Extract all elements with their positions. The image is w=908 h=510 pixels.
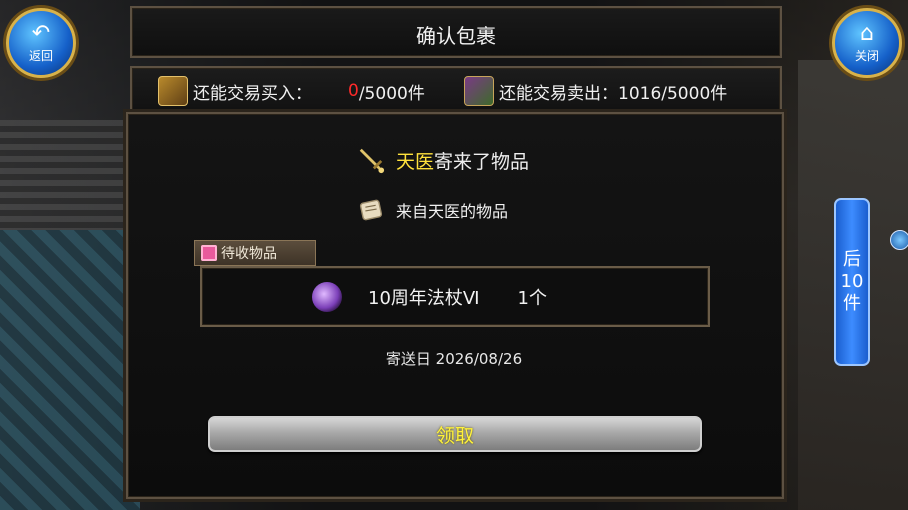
date-value: 2026/08/26 — [435, 350, 523, 368]
sell-label: 还能交易卖出： — [499, 83, 618, 104]
pending-label: 待收物品 — [221, 246, 277, 262]
claim-button[interactable]: 领取 — [208, 416, 702, 452]
sender-suffix: 寄来了物品 — [434, 150, 530, 173]
claim-label: 领取 — [435, 424, 474, 447]
sender-name: 天医 — [396, 150, 435, 173]
next-tab-line2: 10 — [840, 271, 864, 292]
scroll-icon — [359, 199, 383, 221]
mail-subject: 来自天医的物品 — [396, 202, 509, 221]
buy-limit: 还能交易买入： 0 /5000件 — [158, 76, 425, 106]
treasure-chest-icon — [158, 76, 188, 106]
back-button[interactable]: ↶ 返回 — [6, 8, 76, 78]
item-row: 10周年法杖Ⅵ 1个 — [312, 282, 547, 312]
next-10-tab[interactable]: 后 10 件 — [834, 198, 870, 366]
trade-info-bar: 还能交易买入： 0 /5000件 还能交易卖出： 1016/5000件 — [130, 66, 782, 116]
subject-row: 来自天医的物品 — [356, 196, 508, 224]
back-arrow-icon: ↶ — [31, 20, 51, 46]
date-label: 寄送日 — [385, 350, 431, 368]
buy-label: 还能交易买入： — [193, 83, 312, 104]
send-date: 寄送日 2026/08/26 — [0, 348, 908, 369]
background-floor-tiles — [0, 230, 140, 510]
page-title: 确认包裹 — [416, 24, 496, 48]
buy-current: 0 — [348, 81, 359, 101]
background-stairs — [0, 120, 140, 230]
pending-items-tag: 待收物品 — [194, 240, 316, 266]
close-button[interactable]: ⌂ 关闭 — [832, 8, 902, 78]
sell-shop-icon — [464, 76, 494, 106]
sell-value: 1016/5000件 — [618, 83, 728, 104]
staff-icon — [312, 282, 342, 312]
home-icon: ⌂ — [860, 20, 874, 46]
buy-total: /5000件 — [358, 83, 425, 104]
sell-limit: 还能交易卖出： 1016/5000件 — [464, 76, 728, 106]
sender-row: 天医 寄来了物品 — [356, 146, 529, 174]
item-name: 10周年法杖Ⅵ — [368, 288, 480, 309]
title-bar: 确认包裹 — [130, 6, 782, 58]
close-label: 关闭 — [854, 48, 879, 63]
next-tab-line1: 后 — [843, 249, 861, 270]
sword-icon — [359, 148, 385, 174]
next-tab-line3: 件 — [843, 293, 861, 314]
gift-icon — [201, 245, 217, 261]
item-slot[interactable]: 10周年法杖Ⅵ 1个 — [200, 266, 710, 327]
item-quantity: 1个 — [517, 288, 547, 309]
back-label: 返回 — [28, 48, 53, 63]
notification-icon[interactable] — [890, 230, 908, 250]
